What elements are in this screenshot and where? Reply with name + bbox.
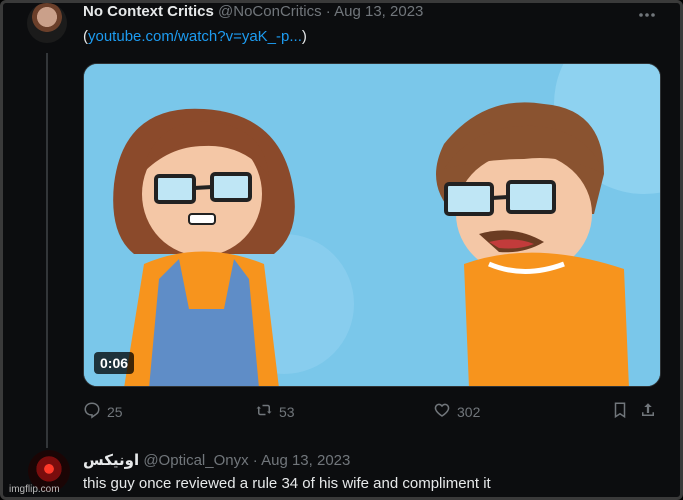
action-bar: 25 53 302 xyxy=(83,401,661,425)
tweet-link[interactable]: youtube.com/watch?v=yaK_-p... xyxy=(88,28,302,45)
author-handle[interactable]: @NoConCritics xyxy=(218,3,322,20)
thread-line xyxy=(46,53,48,448)
author-name[interactable]: No Context Critics xyxy=(83,3,214,20)
reply-action[interactable]: 25 xyxy=(83,401,123,422)
tweet-text: (youtube.com/watch?v=yaK_-p...) xyxy=(83,28,307,45)
text-paren-close: ) xyxy=(301,28,307,45)
reply-author-handle[interactable]: @Optical_Onyx xyxy=(143,452,248,469)
like-count: 302 xyxy=(457,403,481,420)
bookmark-icon xyxy=(611,401,629,422)
tweet-date[interactable]: Aug 13, 2023 xyxy=(334,3,423,20)
video-duration: 0:06 xyxy=(94,352,135,374)
reply-author-name[interactable]: اونيكس xyxy=(83,452,139,469)
share-icon xyxy=(639,401,657,422)
reply-count: 25 xyxy=(107,403,123,420)
reply-header: اونيكس @Optical_Onyx · Aug 13, 2023 xyxy=(83,451,350,469)
header-separator: · xyxy=(325,3,331,20)
bookmark-action[interactable] xyxy=(611,401,629,422)
retweet-icon xyxy=(255,401,273,422)
watermark: imgflip.com xyxy=(9,484,60,495)
retweet-count: 53 xyxy=(279,403,295,420)
reply-date[interactable]: Aug 13, 2023 xyxy=(261,452,350,469)
reply-icon xyxy=(83,401,101,422)
more-horizontal-icon[interactable] xyxy=(638,5,656,23)
heart-icon xyxy=(433,401,451,422)
like-action[interactable]: 302 xyxy=(433,401,480,422)
tweet-header: No Context Critics @NoConCritics · Aug 1… xyxy=(83,3,423,20)
video-player[interactable]: 0:06 xyxy=(83,63,661,387)
share-action[interactable] xyxy=(639,401,657,422)
video-thumbnail xyxy=(84,64,660,386)
reply-header-separator: · xyxy=(252,452,258,469)
retweet-action[interactable]: 53 xyxy=(255,401,295,422)
reply-text: this guy once reviewed a rule 34 of his … xyxy=(83,475,491,492)
author-avatar[interactable] xyxy=(27,3,67,43)
tweet-screenshot: No Context Critics @NoConCritics · Aug 1… xyxy=(0,0,683,500)
